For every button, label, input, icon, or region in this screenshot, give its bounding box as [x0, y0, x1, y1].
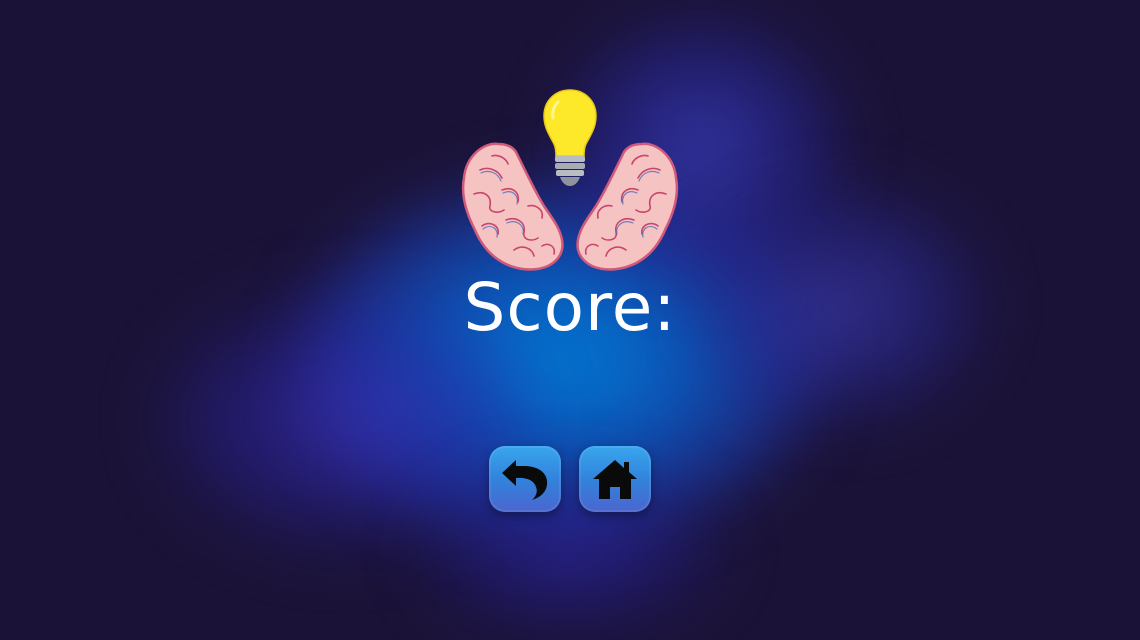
- brain-lightbulb-logo: [461, 89, 679, 271]
- home-button[interactable]: [579, 446, 651, 512]
- score-label: Score:: [463, 269, 677, 346]
- home-icon: [593, 460, 637, 499]
- background-glow-bottom: [420, 470, 720, 630]
- lightbulb-icon: [543, 89, 597, 186]
- undo-arrow-icon: [502, 460, 548, 500]
- brain-left-half-icon: [461, 142, 564, 271]
- brain-right-half-icon: [576, 142, 679, 271]
- restart-button[interactable]: [489, 446, 561, 512]
- game-over-screen: Score:: [0, 0, 1140, 640]
